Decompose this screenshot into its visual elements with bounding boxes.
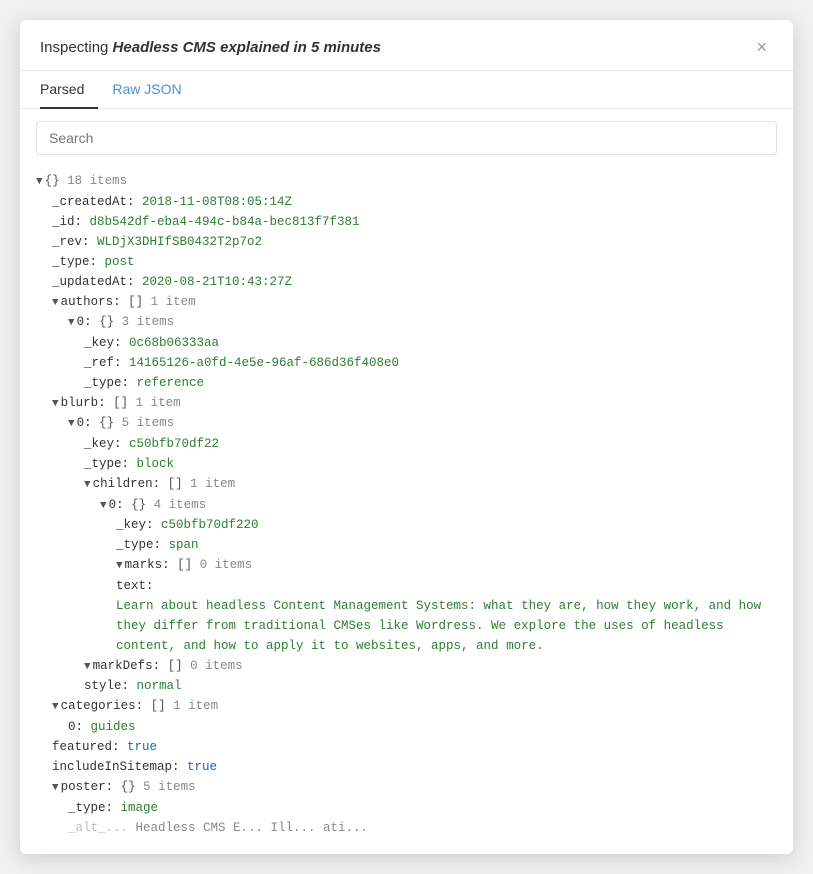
list-item: _updatedAt: 2020-08-21T10:43:27Z	[52, 272, 777, 292]
tab-raw-json[interactable]: Raw JSON	[98, 71, 195, 109]
toggle-marks[interactable]: ▼	[116, 558, 123, 576]
authors-children: ▼ 0: {} 3 items _key: 0c68b06333aa _ref:…	[52, 312, 777, 393]
list-item: text: Learn about headless Content Manag…	[116, 576, 777, 656]
toggle-authors-0[interactable]: ▼	[68, 315, 75, 333]
children-children: ▼ 0: {} 4 items _key: c50bfb70df220 _typ…	[84, 495, 777, 656]
json-tree: ▼ {} 18 items _createdAt: 2018-11-08T08:…	[20, 167, 793, 854]
list-item: ▼ 0: {} 4 items	[100, 495, 777, 516]
list-item: ▼ children: [] 1 item	[84, 474, 777, 495]
modal-header: Inspecting Headless CMS explained in 5 m…	[20, 20, 793, 71]
list-item: _type: reference	[84, 373, 777, 393]
toggle-markdefs[interactable]: ▼	[84, 659, 91, 677]
list-item: ▼ markDefs: [] 0 items	[84, 656, 777, 677]
root-children: _createdAt: 2018-11-08T08:05:14Z _id: d8…	[36, 192, 777, 838]
title-prefix: Inspecting	[40, 39, 113, 56]
list-item: ▼ 0: {} 5 items	[68, 413, 777, 434]
list-item: _rev: WLDjX3DHIfSB0432T2p7o2	[52, 232, 777, 252]
list-item: _type: span	[116, 535, 777, 555]
tabs-bar: Parsed Raw JSON	[20, 71, 793, 109]
toggle-authors[interactable]: ▼	[52, 295, 59, 313]
toggle-blurb[interactable]: ▼	[52, 396, 59, 414]
toggle-root[interactable]: ▼	[36, 174, 43, 192]
toggle-children-0[interactable]: ▼	[100, 498, 107, 516]
list-item: ▼ poster: {} 5 items	[52, 777, 777, 798]
list-item: includeInSitemap: true	[52, 757, 777, 777]
list-item: _ref: 14165126-a0fd-4e5e-96af-686d36f408…	[84, 353, 777, 373]
close-button[interactable]: ×	[750, 36, 773, 58]
list-item: ▼ categories: [] 1 item	[52, 696, 777, 717]
list-item: ▼ 0: {} 3 items	[68, 312, 777, 333]
categories-children: 0: guides	[52, 717, 777, 737]
modal-title: Inspecting Headless CMS explained in 5 m…	[40, 39, 381, 56]
children-0-children: _key: c50bfb70df220 _type: span ▼ marks:…	[100, 515, 777, 656]
toggle-blurb-0[interactable]: ▼	[68, 416, 75, 434]
list-item: _type: block	[84, 454, 777, 474]
list-item: 0: guides	[68, 717, 777, 737]
inspect-modal: Inspecting Headless CMS explained in 5 m…	[20, 20, 793, 854]
list-item: ▼ {} 18 items	[36, 171, 777, 192]
list-item: ▼ blurb: [] 1 item	[52, 393, 777, 414]
poster-children: _type: image _alt_... Headless CMS E... …	[52, 798, 777, 838]
list-item: _createdAt: 2018-11-08T08:05:14Z	[52, 192, 777, 212]
list-item: ▼ marks: [] 0 items	[116, 555, 777, 576]
title-em: Headless CMS explained in 5 minutes	[113, 39, 381, 56]
list-item: style: normal	[84, 676, 777, 696]
toggle-categories[interactable]: ▼	[52, 699, 59, 717]
toggle-children[interactable]: ▼	[84, 477, 91, 495]
authors-0-children: _key: 0c68b06333aa _ref: 14165126-a0fd-4…	[68, 333, 777, 393]
blurb-0-children: _key: c50bfb70df22 _type: block ▼ childr…	[68, 434, 777, 696]
list-item: _type: image	[68, 798, 777, 818]
toggle-poster[interactable]: ▼	[52, 780, 59, 798]
list-item: _key: c50bfb70df22	[84, 434, 777, 454]
list-item: _key: c50bfb70df220	[116, 515, 777, 535]
list-item: ▼ authors: [] 1 item	[52, 292, 777, 313]
search-input[interactable]	[36, 121, 777, 155]
blurb-children: ▼ 0: {} 5 items _key: c50bfb70df22 _type…	[52, 413, 777, 696]
list-item: featured: true	[52, 737, 777, 757]
list-item: _alt_... Headless CMS E... Ill... ati...	[68, 818, 777, 838]
list-item: _key: 0c68b06333aa	[84, 333, 777, 353]
list-item: _id: d8b542df-eba4-494c-b84a-bec813f7f38…	[52, 212, 777, 232]
list-item: _type: post	[52, 252, 777, 272]
tab-parsed[interactable]: Parsed	[40, 71, 98, 109]
